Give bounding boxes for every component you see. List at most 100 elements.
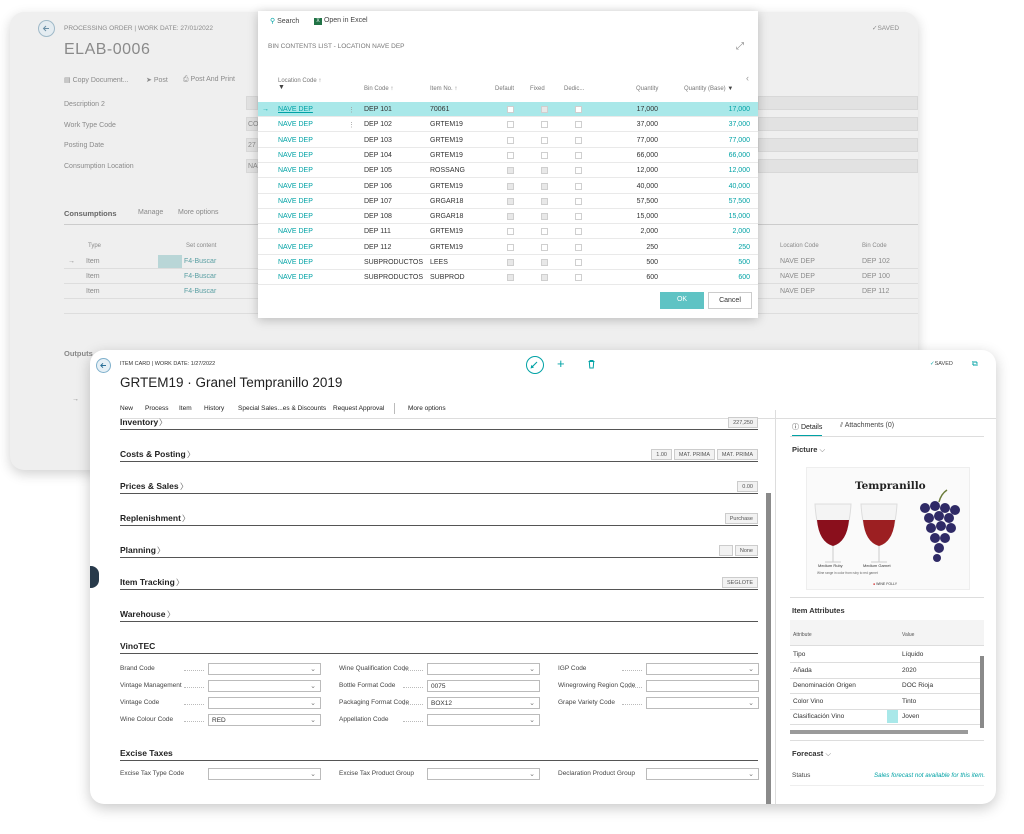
fasttab-title[interactable]: Warehouse (120, 609, 166, 619)
vinotec-bottle-format-code-select[interactable]: 0075 (427, 680, 540, 692)
location-code-link[interactable]: NAVE DEP (278, 121, 313, 128)
col-dedicated[interactable]: Dedic... (564, 86, 584, 92)
vinotec-appellation-code-select[interactable]: ⌄ (427, 714, 540, 726)
action-copy-document[interactable]: ▤ Copy Document... (64, 76, 129, 84)
vinotec-wine-colour-code-select[interactable]: RED ⌄ (208, 714, 321, 726)
main-scrollbar[interactable] (766, 493, 771, 804)
col-location-code[interactable]: Location Code ↑ ▼ (278, 78, 321, 91)
menu-item[interactable]: Special Sales...es & Discounts (238, 405, 326, 412)
attributes-hscroll[interactable] (790, 730, 968, 734)
location-code-link[interactable]: NAVE DEP (278, 198, 313, 205)
fasttab-item-tracking[interactable]: Item Tracking 〉 SEGLOTE (120, 577, 758, 590)
back-button[interactable] (38, 20, 55, 37)
consumptions-manage[interactable]: Manage (138, 209, 163, 216)
location-code-link[interactable]: NAVE DEP (278, 167, 313, 174)
quantity-base[interactable]: 66,000 (729, 152, 750, 159)
location-code-link[interactable]: NAVE DEP (278, 183, 313, 190)
attribute-row[interactable]: Denominación Origen DOC Rioja (790, 678, 984, 694)
vinotec-wine-qualification-code-select[interactable]: ⌄ (427, 663, 540, 675)
location-code-link[interactable]: NAVE DEP (278, 228, 313, 235)
bin-row[interactable]: NAVE DEP DEP 104 GRTEM19 66,000 66,000 (258, 148, 758, 163)
quantity-base[interactable]: 37,000 (729, 121, 750, 128)
menu-item[interactable]: History (204, 405, 224, 412)
menu-item[interactable]: Process (145, 405, 168, 412)
edit-button[interactable] (526, 356, 544, 374)
tab-attachments[interactable]: ⫽ Attachments (0) (840, 422, 894, 430)
vinotec-packaging-format-code-select[interactable]: BOX12 ⌄ (427, 697, 540, 709)
attributes-scrollbar[interactable] (980, 656, 984, 728)
bin-row[interactable]: NAVE DEP DEP 108 GRGAR18 15,000 15,000 (258, 209, 758, 225)
outputs-tab[interactable]: Outputs (64, 349, 93, 358)
fasttab-title[interactable]: Costs & Posting (120, 449, 186, 459)
search-button[interactable]: ⚲ Search (270, 17, 299, 25)
vinotec-brand-code-select[interactable]: ⌄ (208, 663, 321, 675)
work-type-input[interactable]: CO (246, 117, 259, 131)
col-default[interactable]: Default (495, 86, 514, 92)
bin-row[interactable]: NAVE DEP DEP 107 GRGAR18 57,500 57,500 (258, 194, 758, 209)
excise-excise-tax-type-code-select[interactable]: ⌄ (208, 768, 321, 780)
posting-date-input[interactable]: 27 (246, 138, 258, 152)
location-code-link[interactable]: NAVE DEP (278, 106, 313, 113)
quantity-base[interactable]: 600 (738, 274, 750, 281)
location-code-link[interactable]: NAVE DEP (278, 152, 313, 159)
bin-row[interactable]: NAVE DEP DEP 103 GRTEM19 77,000 77,000 (258, 133, 758, 148)
fasttab-title[interactable]: Inventory (120, 417, 158, 427)
right-field-3[interactable] (758, 138, 918, 152)
ok-button[interactable]: OK (660, 292, 704, 309)
row-menu-icon[interactable]: ⋮ (348, 121, 355, 129)
attribute-row[interactable]: Añada 2020 (790, 663, 984, 679)
tab-details[interactable]: ⓘ Details (792, 422, 823, 437)
bin-row[interactable]: NAVE DEP DEP 105 ROSSANG 12,000 12,000 (258, 163, 758, 179)
menu-item[interactable]: Request Approval (333, 405, 384, 412)
back-button[interactable] (96, 358, 111, 373)
col-bin-code[interactable]: Bin Code ↑ (364, 86, 393, 92)
menu-item[interactable]: New (120, 405, 133, 412)
location-code-link[interactable]: NAVE DEP (278, 137, 313, 144)
col-quantity-base[interactable]: Quantity (Base) ▼ (684, 86, 733, 92)
right-field-2[interactable] (758, 117, 918, 131)
vinotec-vintage-management-select[interactable]: ⌄ (208, 680, 321, 692)
bin-row[interactable]: → NAVE DEP ⋮ DEP 101 70061 17,000 17,000 (258, 102, 758, 117)
location-code-link[interactable]: NAVE DEP (278, 259, 313, 266)
right-field-4[interactable] (758, 159, 918, 173)
expand-icon[interactable]: ⤢ (736, 41, 744, 52)
open-new-window-icon[interactable]: ⧉ (972, 359, 978, 369)
excise-excise-tax-product-group-select[interactable]: ⌄ (427, 768, 540, 780)
vinotec-grape-variety-code-select[interactable]: ⌄ (646, 697, 759, 709)
bin-row[interactable]: NAVE DEP DEP 112 GRTEM19 250 250 (258, 240, 758, 255)
description2-input[interactable] (246, 96, 258, 110)
quantity-base[interactable]: 40,000 (729, 183, 750, 190)
location-code-link[interactable]: NAVE DEP (278, 213, 313, 220)
consumptions-more[interactable]: More options (178, 209, 218, 216)
new-button[interactable]: + (557, 356, 565, 371)
quantity-base[interactable]: 17,000 (729, 106, 750, 113)
location-code-link[interactable]: NAVE DEP (278, 244, 313, 251)
col-item-no[interactable]: Item No. ↑ (430, 86, 457, 92)
col-fixed[interactable]: Fixed (530, 86, 545, 92)
col-quantity[interactable]: Quantity (636, 86, 658, 92)
vinotec-winegrowing-region-code-select[interactable] (646, 680, 759, 692)
bin-row[interactable]: NAVE DEP SUBPRODUCTOS SUBPROD 600 600 (258, 270, 758, 286)
quantity-base[interactable]: 500 (738, 259, 750, 266)
delete-button[interactable] (587, 359, 596, 369)
attribute-row[interactable]: Color Vino Tinto (790, 694, 984, 710)
row-menu-icon[interactable]: ⋮ (348, 106, 355, 114)
quantity-base[interactable]: 57,500 (729, 198, 750, 205)
location-code-link[interactable]: NAVE DEP (278, 274, 313, 281)
menu-item[interactable]: More options (408, 405, 446, 412)
quantity-base[interactable]: 15,000 (729, 213, 750, 220)
collapse-panel-chevron-icon[interactable]: ‹ (746, 73, 749, 83)
attribute-row[interactable]: Clasificación Vino Joven (790, 709, 984, 725)
action-post-and-print[interactable]: ⎙ Post And Print (183, 76, 235, 84)
bin-row[interactable]: NAVE DEP DEP 111 GRTEM19 2,000 2,000 (258, 224, 758, 240)
fasttab-title[interactable]: Replenishment (120, 513, 181, 523)
fasttab-prices-sales[interactable]: Prices & Sales 〉 0.00 (120, 481, 758, 494)
consumption-location-input[interactable]: NA (246, 159, 258, 173)
bin-row[interactable]: NAVE DEP SUBPRODUCTOS LEES 500 500 (258, 255, 758, 270)
fasttab-planning[interactable]: Planning 〉 None (120, 545, 758, 558)
forecast-status-value[interactable]: Sales forecast not available for this it… (874, 772, 985, 779)
fasttab-title[interactable]: Planning (120, 545, 156, 555)
cancel-button[interactable]: Cancel (708, 292, 752, 309)
attribute-row[interactable]: Tipo Líquido (790, 647, 984, 663)
consumptions-tab[interactable]: Consumptions (64, 209, 117, 218)
